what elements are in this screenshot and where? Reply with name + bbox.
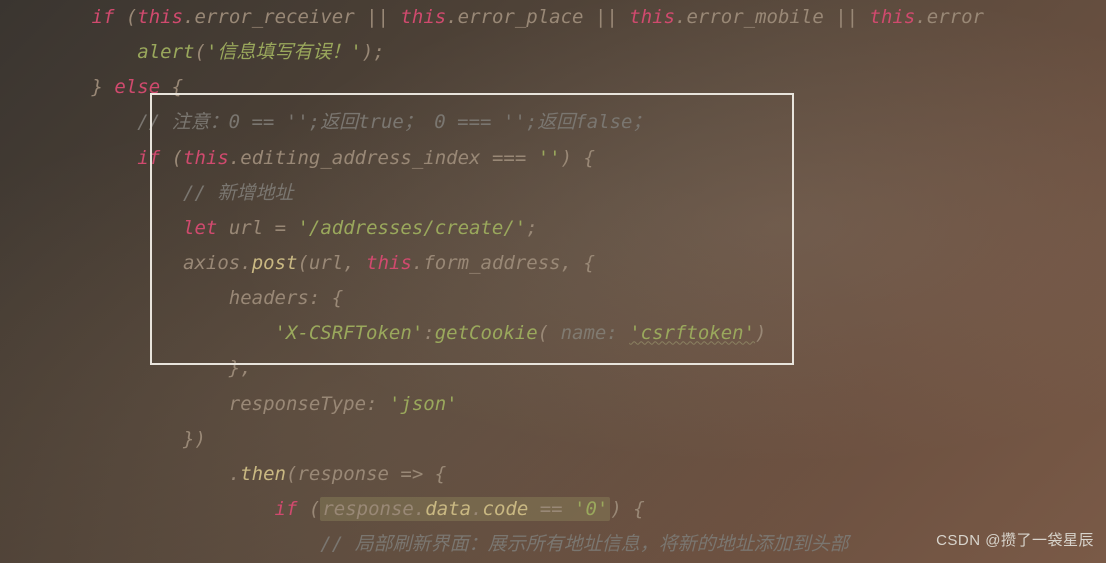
- code-line: // 注意：0 == '';返回true； 0 === '';返回false；: [0, 105, 1106, 140]
- code-line: if (response.data.code == '0') {: [0, 492, 1106, 527]
- code-line: headers: {: [0, 281, 1106, 316]
- code-line: },: [0, 351, 1106, 386]
- code-editor[interactable]: if (this.error_receiver || this.error_pl…: [0, 0, 1106, 562]
- code-line: } else {: [0, 70, 1106, 105]
- code-line: axios.post(url, this.form_address, {: [0, 246, 1106, 281]
- code-line: if (this.error_receiver || this.error_pl…: [0, 0, 1106, 35]
- code-line: // 新增地址: [0, 176, 1106, 211]
- code-line: .then(response => {: [0, 457, 1106, 492]
- code-line: responseType: 'json': [0, 387, 1106, 422]
- code-line: 'X-CSRFToken':getCookie( name: 'csrftoke…: [0, 316, 1106, 351]
- code-line: if (this.editing_address_index === '') {: [0, 141, 1106, 176]
- code-line: }): [0, 422, 1106, 457]
- code-line: alert('信息填写有误！');: [0, 35, 1106, 70]
- watermark: CSDN @攒了一袋星辰: [936, 527, 1094, 555]
- code-line: let url = '/addresses/create/';: [0, 211, 1106, 246]
- keyword-if: if: [92, 6, 115, 28]
